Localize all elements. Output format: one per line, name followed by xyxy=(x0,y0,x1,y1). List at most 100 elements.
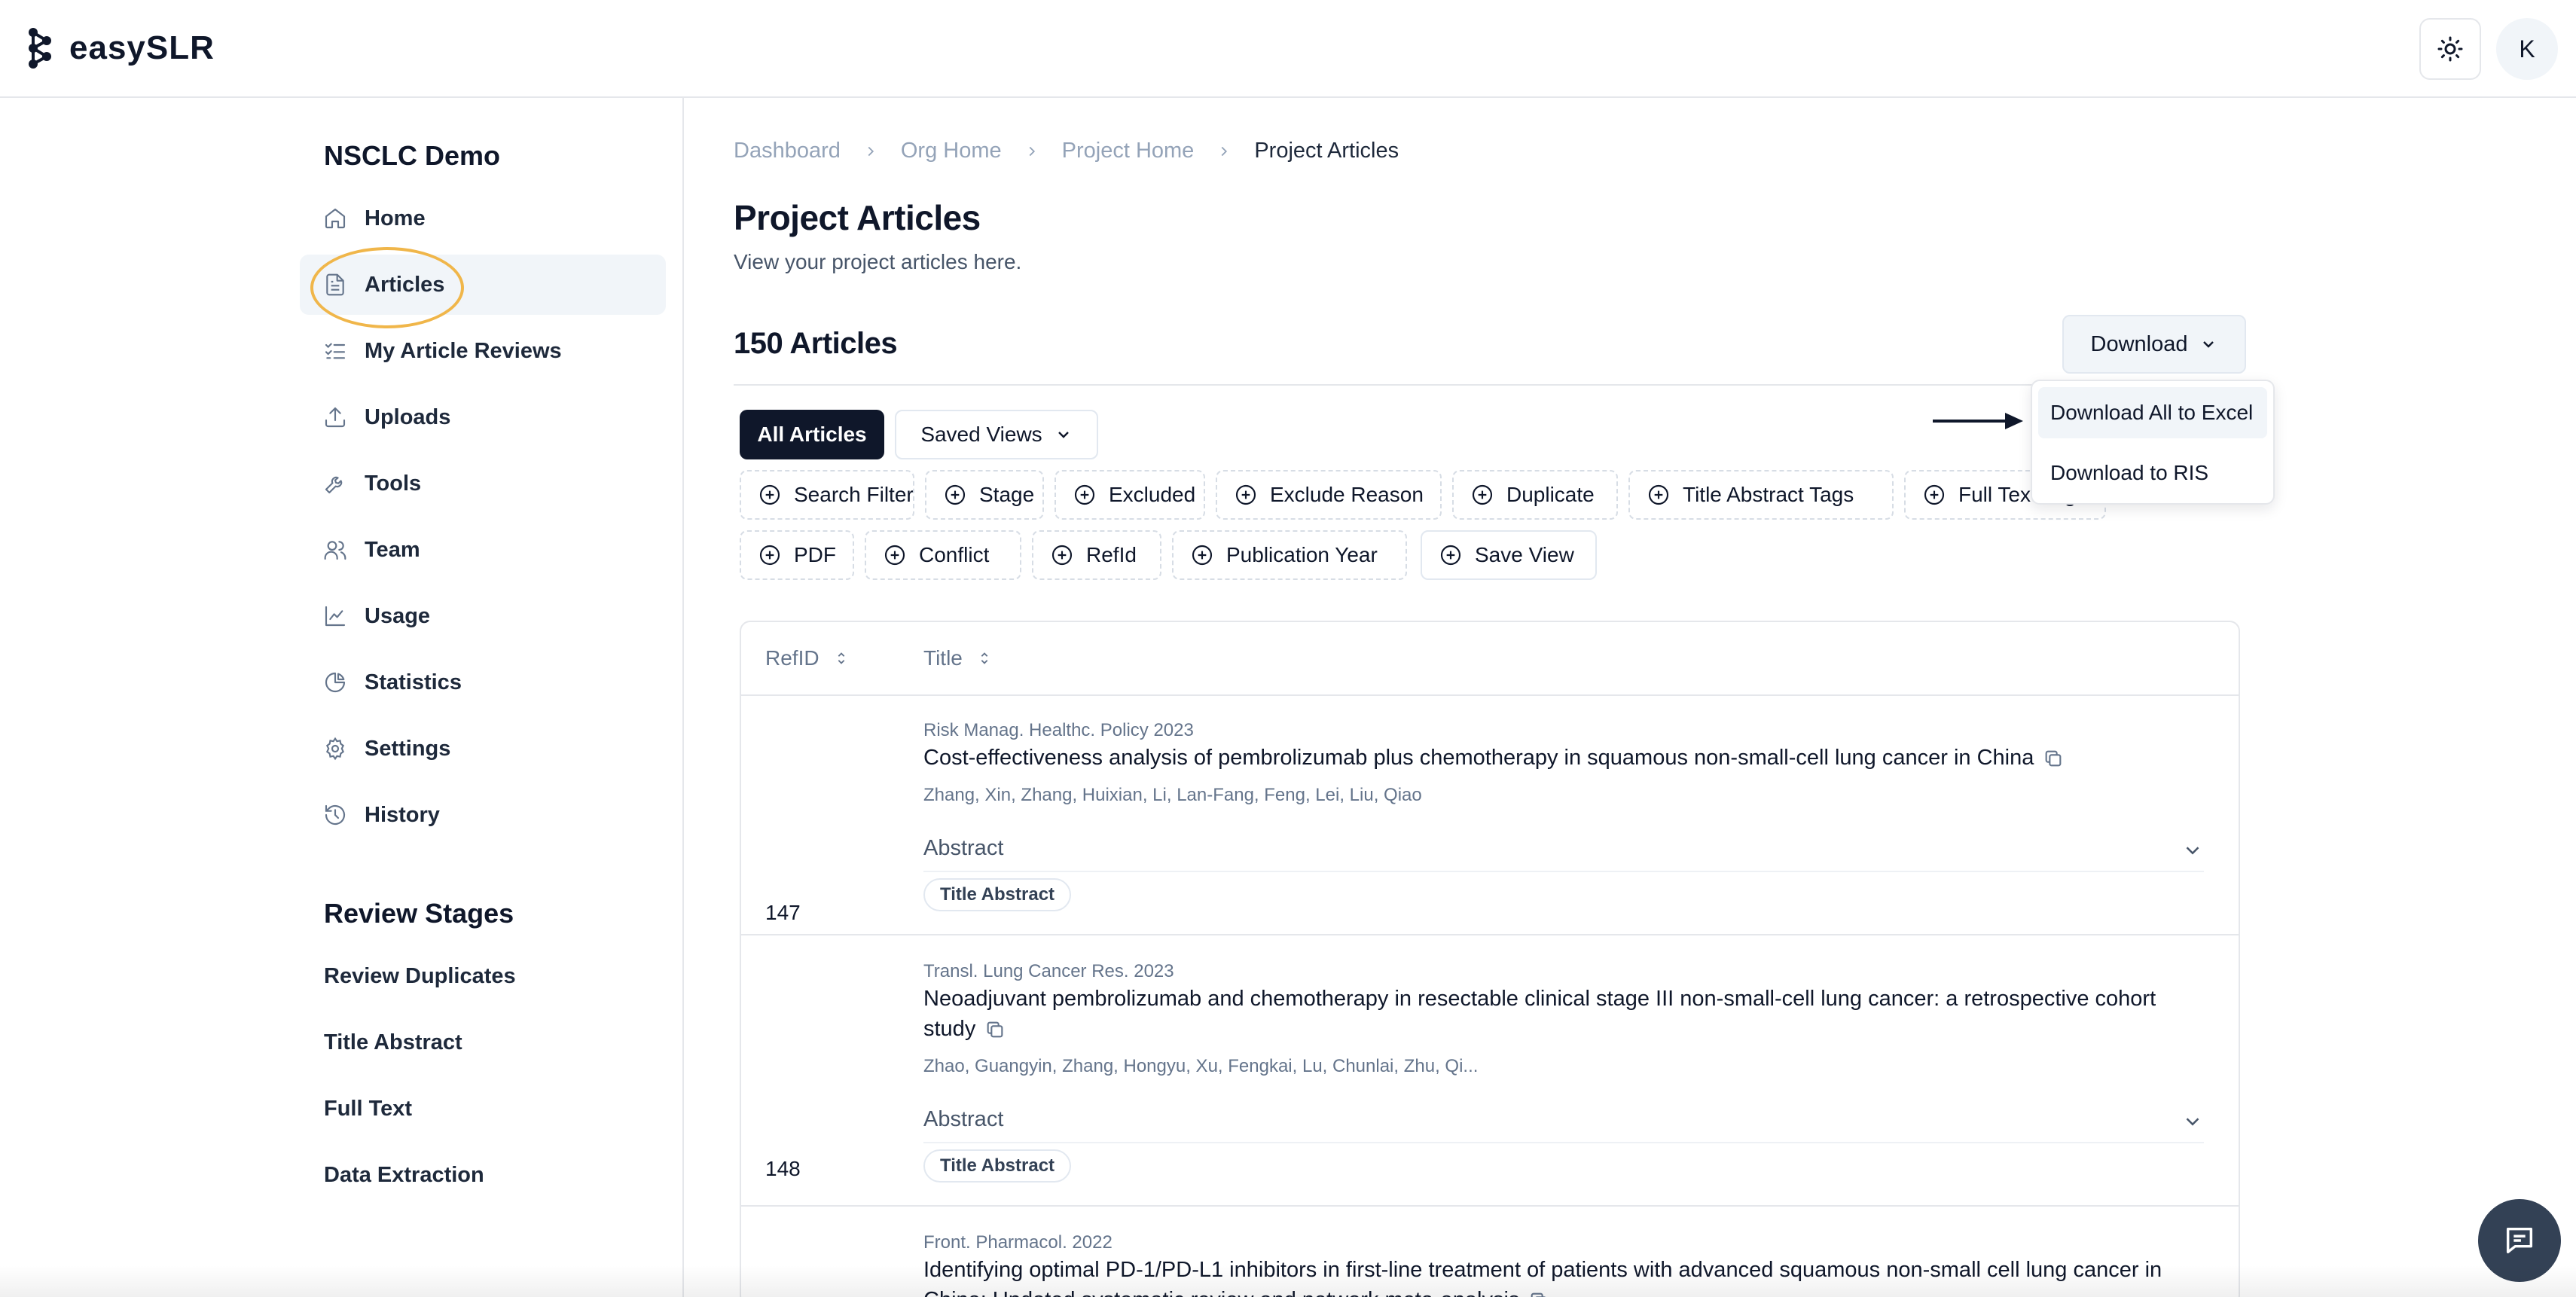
chevron-right-icon xyxy=(1021,141,1042,162)
row-authors: Zhang, Xin, Zhang, Huixian, Li, Lan-Fang… xyxy=(923,785,1422,805)
stage-title-abstract[interactable]: Title Abstract xyxy=(324,1030,462,1055)
breadcrumb-project-articles: Project Articles xyxy=(1254,139,1399,163)
stage-data-extraction[interactable]: Data Extraction xyxy=(324,1163,484,1188)
stage-review-duplicates[interactable]: Review Duplicates xyxy=(324,964,516,989)
app-logo[interactable]: easySLR xyxy=(26,26,215,71)
stage-tag: Title Abstract xyxy=(923,1149,1072,1183)
filter-label: Publication Year xyxy=(1226,543,1378,566)
sidebar-item-usage[interactable]: Usage xyxy=(300,586,666,646)
sidebar-item-settings[interactable]: Settings xyxy=(300,719,666,779)
breadcrumb-dashboard[interactable]: Dashboard xyxy=(734,139,841,163)
abstract-toggle[interactable]: Abstract xyxy=(923,836,2204,872)
row-title[interactable]: Identifying optimal PD-1/PD-L1 inhibitor… xyxy=(923,1255,2189,1297)
plus-circle-icon xyxy=(1924,484,1945,505)
chevron-right-icon xyxy=(1213,141,1235,162)
sidebar-item-team[interactable]: Team xyxy=(300,520,666,580)
row-title[interactable]: Cost-effectiveness analysis of pembroliz… xyxy=(923,743,2189,773)
filter-label: PDF xyxy=(794,543,836,566)
row-journal: Front. Pharmacol. 2022 xyxy=(923,1232,1113,1253)
filter-title-abstract-tags[interactable]: Title Abstract Tags xyxy=(1628,470,1894,520)
user-avatar[interactable]: K xyxy=(2496,18,2558,80)
filter-refid[interactable]: RefId xyxy=(1032,530,1161,580)
breadcrumb-project-home[interactable]: Project Home xyxy=(1062,139,1195,163)
filter-search-filters[interactable]: Search Filters xyxy=(740,470,914,520)
plus-circle-icon xyxy=(1235,484,1256,505)
abstract-label: Abstract xyxy=(923,836,1004,860)
abstract-toggle[interactable]: Abstract xyxy=(923,1107,2204,1143)
sidebar-item-home[interactable]: Home xyxy=(300,188,666,249)
plus-circle-icon xyxy=(1192,545,1213,566)
abstract-divider xyxy=(923,1142,2204,1143)
breadcrumb-org-home[interactable]: Org Home xyxy=(901,139,1002,163)
row-title[interactable]: Neoadjuvant pembrolizumab and chemothera… xyxy=(923,984,2189,1044)
chat-button[interactable] xyxy=(2478,1199,2561,1282)
copy-icon[interactable] xyxy=(2043,748,2064,769)
filter-publication-year[interactable]: Publication Year xyxy=(1172,530,1407,580)
sidebar-item-my-article-reviews[interactable]: My Article Reviews xyxy=(300,321,666,381)
filter-label: Save View xyxy=(1475,543,1574,566)
tab-all-articles[interactable]: All Articles xyxy=(740,410,884,459)
sidebar-item-label: Usage xyxy=(365,603,431,628)
home-icon xyxy=(322,206,348,231)
main-content: Dashboard Org Home Project Home Project … xyxy=(685,98,2576,1297)
sidebar-item-label: Home xyxy=(365,206,426,230)
column-header-refid[interactable]: RefID xyxy=(765,622,850,694)
plus-circle-icon xyxy=(1074,484,1095,505)
abstract-label: Abstract xyxy=(923,1107,1004,1131)
filter-label: Excluded xyxy=(1109,483,1196,506)
copy-icon[interactable] xyxy=(1528,1290,1549,1297)
column-header-title[interactable]: Title xyxy=(923,622,993,694)
sidebar-item-uploads[interactable]: Uploads xyxy=(300,387,666,447)
gear-icon xyxy=(322,736,348,761)
arrow-annotation-icon xyxy=(1933,413,2023,429)
history-icon xyxy=(322,802,348,828)
top-bar: easySLR K xyxy=(0,0,2576,98)
plus-circle-icon xyxy=(759,545,780,566)
column-header-label: Title xyxy=(923,646,963,670)
sidebar-item-label: My Article Reviews xyxy=(365,338,562,363)
highlight-annotation xyxy=(310,247,464,328)
row-title-text: Neoadjuvant pembrolizumab and chemothera… xyxy=(923,987,2156,1041)
menu-item-download-excel[interactable]: Download All to Excel xyxy=(2038,387,2267,438)
project-name: NSCLC Demo xyxy=(324,140,501,171)
line-chart-icon xyxy=(322,603,348,629)
theme-toggle-button[interactable] xyxy=(2419,18,2481,80)
filter-exclude-reason[interactable]: Exclude Reason xyxy=(1216,470,1442,520)
stage-full-text[interactable]: Full Text xyxy=(324,1097,412,1122)
plus-circle-icon xyxy=(1472,484,1493,505)
filter-excluded[interactable]: Excluded xyxy=(1055,470,1205,520)
download-button[interactable]: Download xyxy=(2062,315,2246,374)
articles-table: RefID Title 147 Risk Manag. Healthc. Pol… xyxy=(740,621,2240,1297)
plus-circle-icon xyxy=(945,484,966,505)
chevron-down-icon xyxy=(1058,432,1069,438)
filter-label: RefId xyxy=(1086,543,1137,566)
plus-circle-icon xyxy=(759,484,780,505)
sidebar-item-label: History xyxy=(365,802,440,827)
row-journal: Transl. Lung Cancer Res. 2023 xyxy=(923,961,1174,981)
row-journal: Risk Manag. Healthc. Policy 2023 xyxy=(923,720,1194,740)
sidebar-item-tools[interactable]: Tools xyxy=(300,453,666,514)
save-view-button[interactable]: Save View xyxy=(1421,530,1597,580)
plus-circle-icon xyxy=(884,545,905,566)
chevron-down-icon xyxy=(2186,847,2199,855)
filter-stage[interactable]: Stage xyxy=(925,470,1044,520)
filter-label: Exclude Reason xyxy=(1270,483,1424,506)
list-check-icon xyxy=(322,338,348,364)
filter-label: Search Filters xyxy=(794,483,914,506)
chevron-down-icon xyxy=(2186,1118,2199,1126)
filter-label: Stage xyxy=(979,483,1035,506)
menu-item-download-ris[interactable]: Download to RIS xyxy=(2038,447,2267,499)
saved-views-dropdown[interactable]: Saved Views xyxy=(895,410,1098,459)
filter-duplicate[interactable]: Duplicate xyxy=(1452,470,1618,520)
filter-pdf[interactable]: PDF xyxy=(740,530,854,580)
row-refid: 147 xyxy=(765,901,801,924)
copy-icon[interactable] xyxy=(984,1019,1006,1040)
sidebar-item-history[interactable]: History xyxy=(300,785,666,845)
article-count: 150 Articles xyxy=(734,327,898,360)
download-menu: Download All to Excel Download to RIS xyxy=(2031,380,2275,505)
review-stages-title: Review Stages xyxy=(324,898,514,929)
filter-conflict[interactable]: Conflict xyxy=(865,530,1021,580)
sidebar-item-label: Statistics xyxy=(365,670,462,694)
sidebar-item-statistics[interactable]: Statistics xyxy=(300,652,666,713)
sidebar-item-label: Team xyxy=(365,537,420,562)
